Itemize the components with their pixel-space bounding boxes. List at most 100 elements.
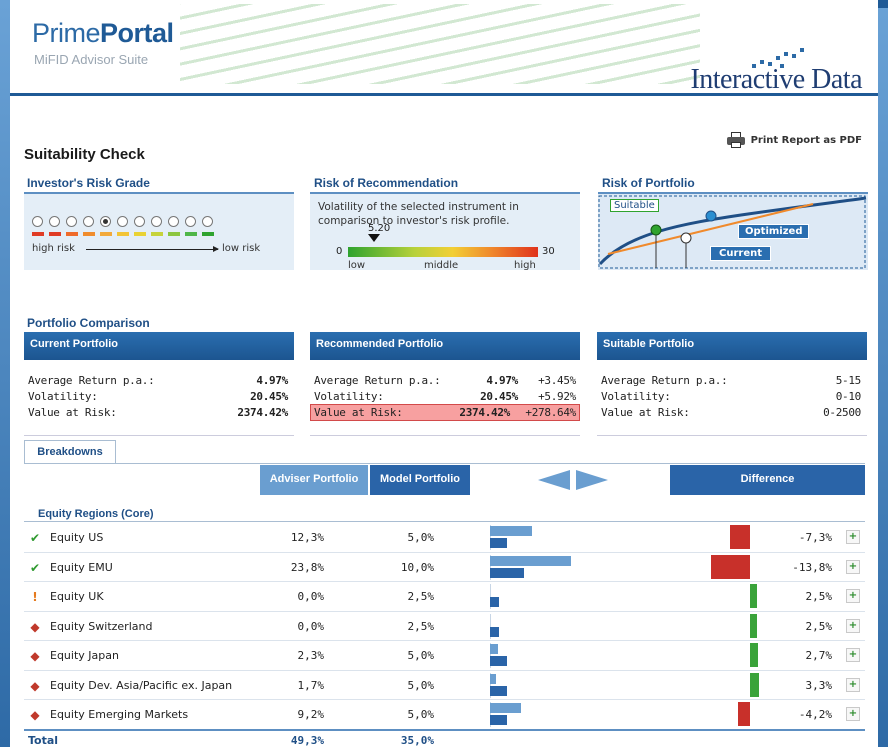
suitable-var: 0-2500 xyxy=(823,406,861,419)
volatility-label: Volatility: xyxy=(314,390,384,403)
recommendation-value: 5.20 xyxy=(368,223,391,234)
scale-low-label: low xyxy=(348,260,366,271)
suitable-avg-return: 5-15 xyxy=(835,374,862,387)
scale-min: 0 xyxy=(336,246,343,257)
adviser-bar xyxy=(490,673,496,684)
risk-grade-panel: high risk low risk xyxy=(24,192,294,270)
region-name: Equity Dev. Asia/Pacific ex. Japan xyxy=(50,678,233,692)
low-risk-label: low risk xyxy=(222,243,261,254)
model-value: 5,0% xyxy=(407,678,435,692)
adviser-value: 2,3% xyxy=(297,649,325,662)
total-row: Total 49,3% 35,0% xyxy=(24,729,865,747)
difference-value: 2,5% xyxy=(805,590,833,603)
current-portfolio-header: Current Portfolio xyxy=(24,332,294,360)
warning-icon: ! xyxy=(32,590,38,604)
group-heading: Equity Regions (Core) xyxy=(38,508,154,520)
difference-value: 2,5% xyxy=(805,619,833,633)
brand-logo: PrimePortal xyxy=(32,18,174,49)
suitable-volatility: 0-10 xyxy=(835,390,862,403)
risk-grade-radio[interactable] xyxy=(202,216,213,227)
group-divider xyxy=(24,521,865,522)
risk-grade-color-segment xyxy=(66,232,78,236)
risk-grade-radio[interactable] xyxy=(83,216,94,227)
brand-subtitle: MiFID Advisor Suite xyxy=(34,52,149,67)
region-name: Equity Japan xyxy=(50,649,119,662)
region-name: Equity UK xyxy=(50,590,104,603)
check-icon: ✔ xyxy=(29,531,41,545)
model-value: 5,0% xyxy=(407,531,435,544)
recommended-portfolio-header: Recommended Portfolio xyxy=(310,332,580,360)
risk-grade-radio[interactable] xyxy=(117,216,128,227)
printer-icon xyxy=(726,132,745,148)
volatility-gradient-scale xyxy=(348,247,538,257)
risk-grade-radio[interactable] xyxy=(100,216,111,227)
model-bar xyxy=(490,538,507,548)
add-icon[interactable]: + xyxy=(846,648,860,662)
add-icon[interactable]: + xyxy=(846,559,860,574)
risk-grade-radio[interactable] xyxy=(168,216,179,227)
region-name: Equity Switzerland xyxy=(50,619,153,633)
risk-grade-radio[interactable] xyxy=(32,216,43,227)
risk-grade-color-segment xyxy=(32,232,44,236)
risk-grade-color-segment xyxy=(49,232,61,236)
diamond-arrows-icon: ◆ xyxy=(30,649,40,663)
model-bar xyxy=(490,626,499,637)
risk-grade-radio-group xyxy=(32,216,213,227)
recommended-portfolio-panel: Average Return p.a.: 4.97% +3.45% Volati… xyxy=(310,360,580,436)
diamond-arrows-icon: ◆ xyxy=(30,678,40,693)
add-icon[interactable]: + xyxy=(846,677,860,692)
portfolio-risk-heading: Risk of Portfolio xyxy=(602,176,695,190)
risk-grade-radio[interactable] xyxy=(151,216,162,227)
current-label: Current xyxy=(710,246,772,261)
add-icon[interactable]: + xyxy=(846,618,860,633)
model-bar xyxy=(490,715,507,725)
add-icon[interactable]: + xyxy=(846,530,860,544)
risk-grade-color-segment xyxy=(100,232,112,236)
total-label: Total xyxy=(28,734,59,747)
model-value: 5,0% xyxy=(407,649,435,662)
table-row: ◆ Equity Dev. Asia/Pacific ex. Japan 1,7% 5… xyxy=(24,671,865,700)
add-icon[interactable]: + xyxy=(846,707,860,721)
scale-max: 30 xyxy=(542,246,555,257)
risk-grade-radio[interactable] xyxy=(49,216,60,227)
model-bar xyxy=(490,685,507,696)
difference-column-header[interactable]: Difference xyxy=(670,465,865,495)
recommendation-description: Volatility of the selected instrument in… xyxy=(318,201,519,227)
table-row: ◆ Equity Japan 2,3% 5,0% 2,7% + xyxy=(24,641,865,671)
risk-grade-color-segment xyxy=(117,232,129,236)
tab-breakdowns[interactable]: Breakdowns xyxy=(24,440,116,464)
risk-grade-color-segment xyxy=(185,232,197,236)
diamond-arrows-icon: ◆ xyxy=(30,708,40,722)
difference-value: 2,7% xyxy=(805,649,833,662)
model-value: 10,0% xyxy=(400,560,434,574)
var-label: Value at Risk: xyxy=(601,406,690,419)
total-model: 35,0% xyxy=(400,734,434,747)
window-frame-right xyxy=(878,0,888,747)
vendor-logo: Interactive Data xyxy=(690,64,862,95)
app-page: PrimePortal MiFID Advisor Suite Interact… xyxy=(10,0,878,747)
risk-grade-radio[interactable] xyxy=(66,216,77,227)
model-bar xyxy=(490,567,524,578)
check-icon: ✔ xyxy=(29,560,41,575)
add-icon[interactable]: + xyxy=(846,589,860,603)
risk-grade-radio[interactable] xyxy=(134,216,145,227)
print-report-link[interactable]: Print Report as PDF xyxy=(726,132,862,148)
recommendation-risk-panel: Volatility of the selected instrument in… xyxy=(310,192,580,271)
adviser-portfolio-column-header[interactable]: Adviser Portfolio xyxy=(260,465,368,495)
risk-grade-radio[interactable] xyxy=(185,216,196,227)
scale-middle-label: middle xyxy=(424,260,459,271)
recommended-avg-return: 4.97% xyxy=(486,374,518,387)
recommendation-marker-icon xyxy=(368,234,380,242)
difference-value: -7,3% xyxy=(798,531,832,544)
recommended-volatility: 20.45% xyxy=(480,390,518,403)
avg-return-label: Average Return p.a.: xyxy=(314,374,441,387)
table-row: ✔ Equity EMU 23,8% 10,0% -13,8% + xyxy=(24,553,865,582)
risk-direction-arrow xyxy=(86,246,219,252)
current-var: 2374.42% xyxy=(237,406,288,419)
volatility-label: Volatility: xyxy=(28,390,98,403)
risk-grade-color-segment xyxy=(151,232,163,236)
compare-arrows-icon[interactable] xyxy=(538,470,608,490)
page-title: Suitability Check xyxy=(24,146,145,163)
model-portfolio-column-header[interactable]: Model Portfolio xyxy=(370,465,470,495)
table-row: ✔ Equity US 12,3% 5,0% -7,3% + xyxy=(24,523,865,553)
